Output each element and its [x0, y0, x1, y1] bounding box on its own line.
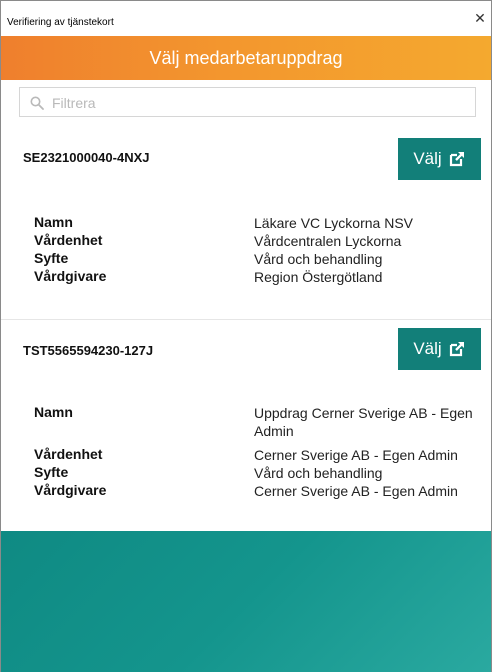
select-button-label: Välj — [413, 149, 442, 168]
field-label: Vårdgivare — [34, 268, 107, 284]
select-button[interactable]: Välj — [398, 328, 481, 370]
select-button[interactable]: Välj — [398, 138, 481, 180]
field-value: Cerner Sverige AB - Egen Admin — [254, 447, 458, 463]
search-icon — [30, 96, 44, 110]
field-label: Namn — [34, 404, 73, 420]
field-label: Vårdenhet — [34, 232, 103, 248]
page-header: Välj medarbetaruppdrag — [1, 36, 491, 80]
field-label: Syfte — [34, 464, 69, 480]
external-link-icon — [449, 152, 464, 167]
field-value: Vård och behandling — [254, 465, 383, 481]
field-value: Cerner Sverige AB - Egen Admin — [254, 483, 458, 499]
field-value: Region Östergötland — [254, 269, 383, 285]
assignment-card-1: SE2321000040-4NXJ Välj Namn Läkare VC Ly… — [1, 130, 491, 319]
filter-input[interactable] — [52, 92, 462, 114]
field-value: Uppdrag Cerner Sverige AB - Egen Admin — [254, 405, 473, 439]
close-icon[interactable]: ✕ — [473, 11, 487, 25]
title-bar: Verifiering av tjänstekort ✕ — [1, 0, 491, 36]
window-title: Verifiering av tjänstekort — [7, 17, 114, 28]
field-label: Namn — [34, 214, 73, 230]
field-value: Vårdcentralen Lyckorna — [254, 233, 402, 249]
field-value: Läkare VC Lyckorna NSV — [254, 215, 413, 231]
field-label: Vårdgivare — [34, 482, 107, 498]
assignment-card-2: TST5565594230-127J Välj Namn Uppdrag Cer… — [1, 320, 491, 531]
field-value: Vård och behandling — [254, 251, 383, 267]
assignment-id: TST5565594230-127J — [23, 343, 154, 358]
select-button-label: Välj — [413, 339, 442, 358]
footer-background — [1, 531, 491, 672]
page-title: Välj medarbetaruppdrag — [149, 48, 343, 68]
field-label: Vårdenhet — [34, 446, 103, 462]
field-label: Syfte — [34, 250, 69, 266]
app-window: Verifiering av tjänstekort ✕ Välj medarb… — [0, 0, 492, 672]
external-link-icon — [449, 342, 464, 357]
filter-box[interactable] — [19, 87, 476, 117]
assignment-id: SE2321000040-4NXJ — [23, 150, 150, 165]
